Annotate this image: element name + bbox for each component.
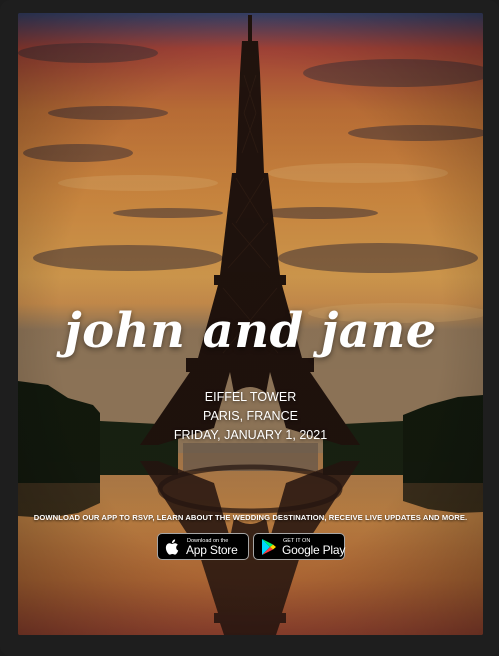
wedding-date: FRIDAY, JANUARY 1, 2021 xyxy=(173,428,328,442)
apple-logo-icon xyxy=(165,539,179,555)
app-store-button[interactable]: Download on the App Store xyxy=(157,533,249,560)
venue-location: PARIS, FRANCE xyxy=(203,409,298,423)
device-frame: john and jane EIFFEL TOWER PARIS, FRANCE… xyxy=(0,0,499,656)
app-store-big-label: App Store xyxy=(186,543,238,557)
app-promo-text: DOWNLOAD OUR APP TO RSVP, LEARN ABOUT TH… xyxy=(33,513,468,522)
invitation-screen: john and jane EIFFEL TOWER PARIS, FRANCE… xyxy=(18,13,483,635)
invitation-content: john and jane EIFFEL TOWER PARIS, FRANCE… xyxy=(18,13,483,635)
google-play-icon xyxy=(262,539,276,555)
google-play-big-label: Google Play xyxy=(282,543,346,557)
couple-names: john and jane xyxy=(64,303,437,359)
store-badges: Download on the App Store GET IT ON Goog… xyxy=(18,533,483,561)
google-play-button[interactable]: GET IT ON Google Play xyxy=(253,533,345,560)
venue-name: EIFFEL TOWER xyxy=(204,390,297,404)
